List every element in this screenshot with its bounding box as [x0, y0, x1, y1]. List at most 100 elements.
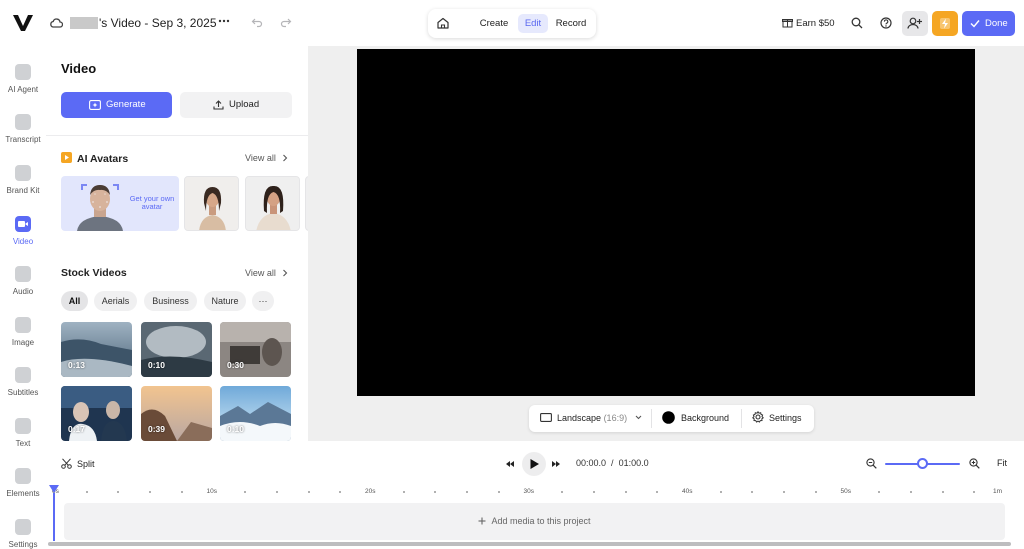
rail-item-video[interactable]: Video [0, 206, 46, 252]
mode-create-button[interactable]: Create [476, 14, 512, 33]
text-icon [15, 418, 31, 434]
timecode: 00:00.0 / 01:00.0 [576, 458, 649, 468]
canvas-toolbar: Landscape (16:9) Background Settings [529, 405, 814, 432]
rail-item-image[interactable]: Image [0, 307, 46, 353]
generate-button[interactable]: Generate [61, 92, 172, 118]
chip-aerials[interactable]: Aerials [94, 291, 137, 311]
ai-avatars-view-all[interactable]: View all [245, 153, 288, 163]
add-user-icon [907, 17, 922, 29]
search-icon[interactable] [851, 17, 863, 29]
rail-item-brand-kit[interactable]: Brand Kit [0, 155, 46, 201]
ruler-tick [275, 491, 278, 493]
stock-videos-heading: Stock Videos [61, 267, 127, 279]
gift-icon [782, 19, 793, 28]
video-canvas[interactable] [357, 49, 975, 396]
ruler-tick [402, 491, 405, 493]
rail-item-ai-agent[interactable]: AI Agent [0, 54, 46, 100]
rail-item-transcript[interactable]: Transcript [0, 104, 46, 150]
stock-video-thumb[interactable]: 0:30 [220, 322, 291, 377]
ruler-tick [624, 491, 627, 493]
ruler-tick [751, 491, 754, 493]
mode-switcher: Create Edit Record [428, 9, 596, 38]
aspect-ratio-dropdown[interactable]: Landscape (16:9) [540, 405, 642, 432]
ruler-tick [117, 491, 120, 493]
left-rail: AI Agent Transcript Brand Kit Video Audi… [0, 46, 46, 549]
undo-icon[interactable] [251, 16, 263, 28]
upload-button[interactable]: Upload [180, 92, 292, 118]
elements-icon [15, 468, 31, 484]
ruler-tick [941, 491, 944, 493]
video-camera-icon [15, 216, 31, 232]
ruler-tick [973, 491, 976, 493]
redo-icon[interactable] [280, 16, 292, 28]
panel-title: Video [61, 61, 97, 76]
mode-edit-button[interactable]: Edit [518, 14, 548, 33]
ruler-tick [656, 491, 659, 493]
current-time: 00:00.0 [576, 458, 607, 468]
timeline-ruler[interactable]: 0s 10s 20s 30s 40s 50s 1m [46, 486, 1024, 500]
playhead[interactable] [53, 493, 55, 541]
avatar-tile[interactable] [245, 176, 300, 231]
mode-record-button[interactable]: Record [552, 14, 590, 33]
background-button[interactable]: Background [662, 405, 729, 432]
background-color-swatch-icon [662, 411, 675, 424]
playback-controls [506, 452, 560, 476]
skip-forward-icon[interactable] [552, 461, 560, 467]
stock-video-thumb[interactable]: 0:39 [141, 386, 212, 441]
ruler-tick [244, 491, 247, 493]
panel-divider [46, 135, 308, 136]
chip-all[interactable]: All [61, 291, 88, 311]
rail-item-audio[interactable]: Audio [0, 256, 46, 302]
split-button[interactable]: Split [61, 458, 95, 469]
help-icon[interactable] [880, 17, 892, 29]
zoom-slider-handle[interactable] [917, 458, 928, 469]
avatar-tile[interactable] [184, 176, 239, 231]
ruler-tick [561, 491, 564, 493]
invite-collaborator-button[interactable] [902, 11, 928, 36]
ruler-label: 10s [206, 488, 217, 495]
upgrade-button[interactable] [932, 11, 958, 36]
ruler-tick [339, 491, 342, 493]
zoom-out-icon[interactable] [866, 458, 877, 469]
gear-icon [15, 519, 31, 535]
project-title[interactable]: 's Video - Sep 3, 2025 [70, 16, 217, 30]
fit-timeline-button[interactable]: Fit [997, 458, 1007, 468]
more-options-button[interactable] [216, 14, 232, 30]
earn-referral-button[interactable]: Earn $50 [782, 17, 835, 29]
rail-item-text[interactable]: Text [0, 408, 46, 454]
timeline-scrollbar[interactable] [48, 542, 1011, 546]
ruler-tick [307, 491, 310, 493]
vimeo-logo-icon[interactable] [12, 13, 34, 33]
custom-avatar-cta: Get your own avatar [129, 194, 175, 211]
scissors-icon [61, 458, 72, 469]
rail-item-elements[interactable]: Elements [0, 458, 46, 504]
ruler-tick [592, 491, 595, 493]
stock-video-thumb[interactable]: 0:13 [61, 322, 132, 377]
ruler-label: 1m [993, 488, 1003, 495]
stock-video-thumb[interactable]: 0:10 [141, 322, 212, 377]
cloud-saved-icon[interactable] [49, 17, 63, 29]
avatar-woman-2-icon [246, 177, 299, 230]
stock-video-thumb[interactable]: 0:10 [220, 386, 291, 441]
stock-videos-view-all[interactable]: View all [245, 268, 288, 278]
brand-kit-icon [15, 165, 31, 181]
play-icon[interactable] [522, 452, 546, 476]
rail-item-subtitles[interactable]: Subtitles [0, 357, 46, 403]
custom-avatar-card[interactable]: Get your own avatar [61, 176, 179, 231]
canvas-settings-button[interactable]: Settings [752, 405, 802, 432]
zoom-in-icon[interactable] [969, 458, 980, 469]
chip-more[interactable]: ··· [252, 291, 274, 311]
empty-media-track[interactable]: Add media to this project [64, 503, 1005, 540]
home-icon[interactable] [436, 16, 450, 30]
chip-nature[interactable]: Nature [204, 291, 246, 311]
landscape-icon [540, 413, 552, 422]
rail-item-settings[interactable]: Settings [0, 509, 46, 549]
ruler-tick [466, 491, 469, 493]
ai-agent-icon [15, 64, 31, 80]
time-separator: / [611, 458, 614, 468]
stock-video-thumb[interactable]: 0:17 [61, 386, 132, 441]
ruler-label: 30s [523, 488, 534, 495]
skip-back-icon[interactable] [506, 461, 514, 467]
chip-business[interactable]: Business [144, 291, 197, 311]
done-button[interactable]: Done [962, 11, 1015, 36]
